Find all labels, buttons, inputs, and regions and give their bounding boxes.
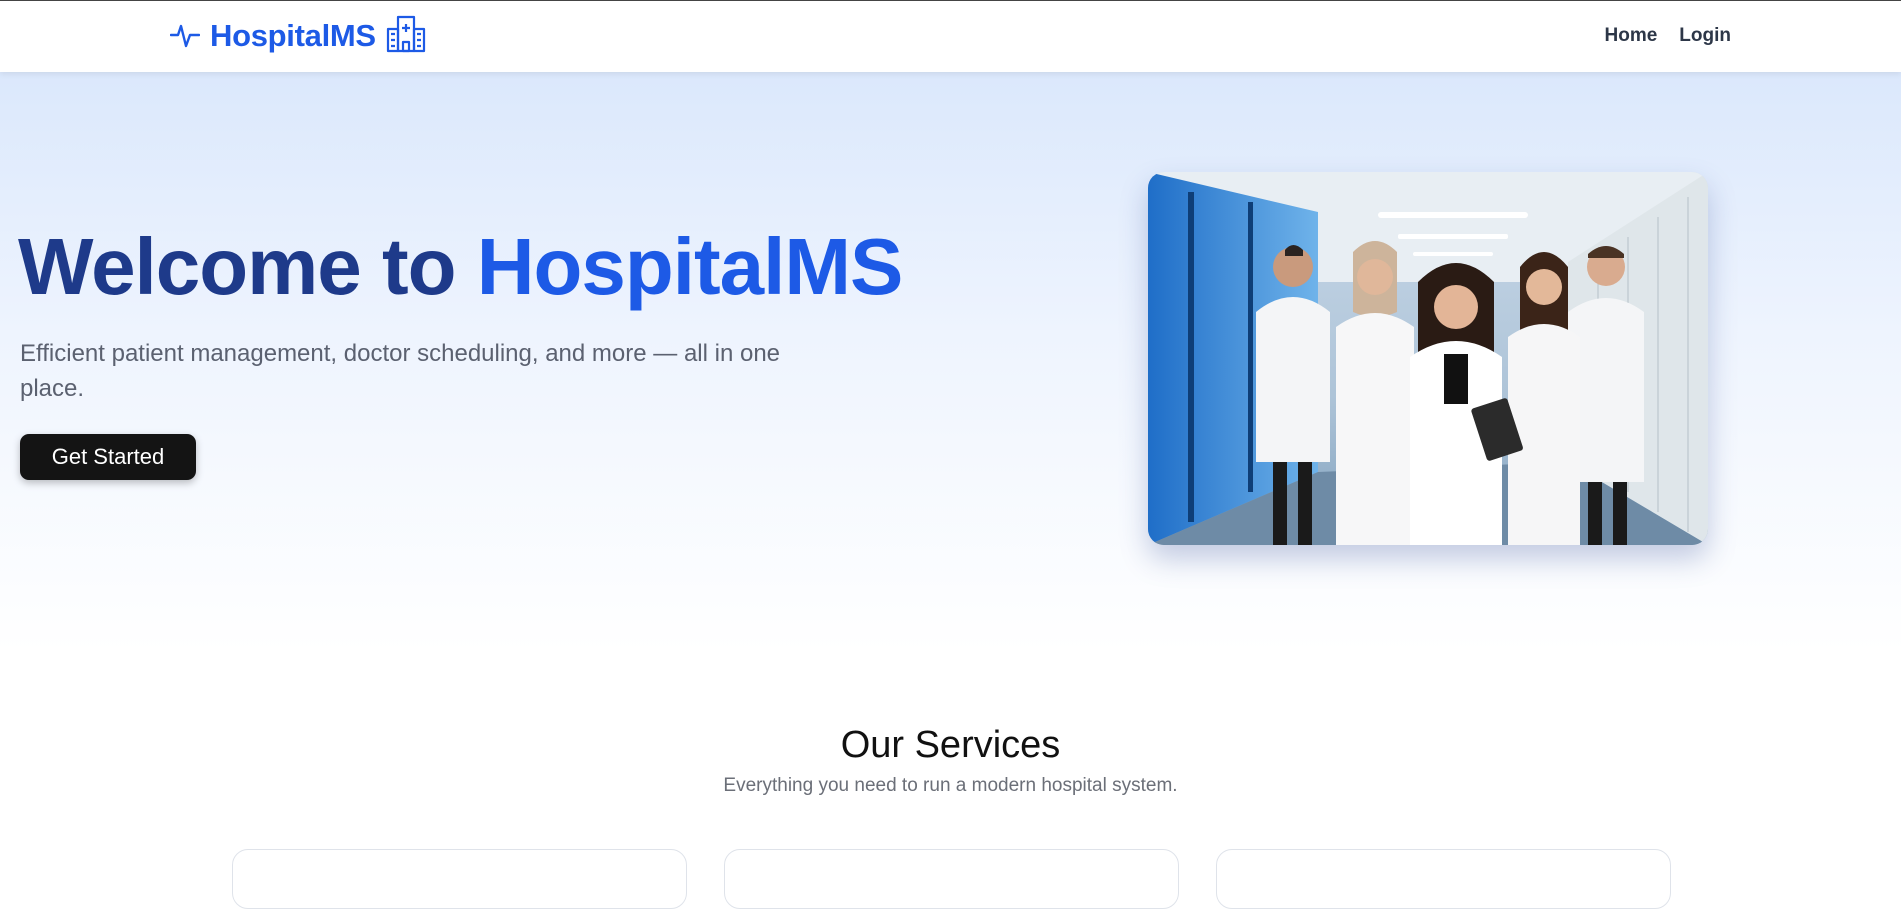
- services-subtitle: Everything you need to run a modern hosp…: [723, 775, 1178, 796]
- hero-title-accent: HospitalMS: [476, 222, 904, 311]
- nav-home-link[interactable]: Home: [1605, 25, 1658, 47]
- brand-logo[interactable]: HospitalMS: [169, 14, 426, 59]
- get-started-button[interactable]: Get Started: [20, 434, 196, 480]
- hero-subtitle: Efficient patient management, doctor sch…: [20, 340, 781, 402]
- doctors-photo: [1148, 172, 1708, 545]
- hero-section: Welcome to HospitalMS Efficient patient …: [0, 72, 1901, 652]
- nav-links: Home Login: [1605, 25, 1732, 47]
- service-card[interactable]: [232, 849, 687, 909]
- hero-title-part1: Welcome to: [18, 222, 456, 311]
- service-card[interactable]: [724, 849, 1179, 909]
- nav-login-link[interactable]: Login: [1679, 25, 1731, 47]
- hero-title: Welcome to HospitalMS: [18, 227, 903, 307]
- brand-name: HospitalMS: [210, 18, 376, 53]
- hospital-building-icon: [386, 14, 426, 59]
- heartbeat-icon: [169, 18, 201, 55]
- service-card[interactable]: [1216, 849, 1671, 909]
- navbar: HospitalMS Home Login: [0, 0, 1901, 72]
- services-title: Our Services: [840, 724, 1061, 766]
